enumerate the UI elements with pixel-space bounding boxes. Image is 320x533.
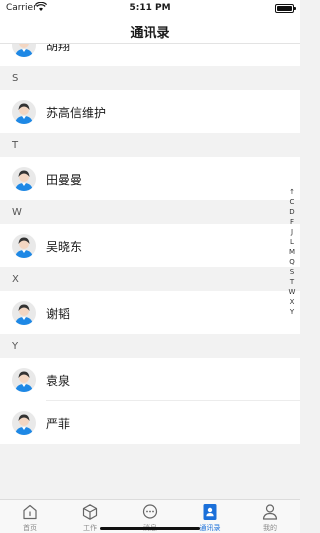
tab-label: 我的 <box>263 524 277 532</box>
contact-name: 苏高信维护 <box>46 106 107 120</box>
section-header: W <box>0 200 300 224</box>
contact-row[interactable]: 袁泉 <box>0 358 300 401</box>
cube-icon <box>82 504 98 520</box>
contacts-icon <box>203 504 217 520</box>
section-header: X <box>0 267 300 291</box>
section-letter: W <box>12 207 22 218</box>
person-icon <box>262 504 278 520</box>
section-letter: T <box>12 140 19 151</box>
contact-name: 田曼曼 <box>46 173 83 187</box>
index-top[interactable]: ↑ <box>286 187 298 197</box>
avatar <box>12 234 36 258</box>
contact-list[interactable]: 胡翔 S 苏高信维护 T 田曼曼 W 吴晓东 X 谢韬 Y 袁泉 严菲 <box>0 44 300 499</box>
contact-row[interactable]: 吴晓东 <box>0 224 300 267</box>
index-letter[interactable]: J <box>286 227 298 237</box>
index-letter[interactable]: Q <box>286 257 298 267</box>
avatar <box>12 100 36 124</box>
battery-icon <box>275 4 296 13</box>
tab-home[interactable]: 首页 <box>0 503 60 533</box>
contact-name: 吴晓东 <box>46 240 83 254</box>
chat-icon <box>142 504 158 519</box>
contact-name: 严菲 <box>46 417 71 431</box>
section-letter: Y <box>12 341 19 352</box>
index-letter[interactable]: M <box>286 247 298 257</box>
section-letter: S <box>12 73 19 84</box>
contact-name: 袁泉 <box>46 374 71 388</box>
tab-label: 首页 <box>23 524 37 532</box>
index-letter[interactable]: S <box>286 267 298 277</box>
home-indicator <box>100 527 200 530</box>
contact-row[interactable]: 苏高信维护 <box>0 90 300 133</box>
contact-row[interactable]: 胡翔 <box>0 44 300 66</box>
index-letter[interactable]: C <box>286 197 298 207</box>
index-letter[interactable]: W <box>286 287 298 297</box>
section-letter: X <box>12 274 19 285</box>
section-header: S <box>0 66 300 90</box>
page-title: 通讯录 <box>130 26 170 41</box>
index-letter[interactable]: X <box>286 297 298 307</box>
index-letter[interactable]: F <box>286 217 298 227</box>
avatar <box>12 44 36 57</box>
avatar <box>12 368 36 392</box>
tab-me[interactable]: 我的 <box>240 503 300 533</box>
contact-name: 胡翔 <box>46 44 71 53</box>
index-letter[interactable]: T <box>286 277 298 287</box>
avatar <box>12 301 36 325</box>
contact-name: 谢韬 <box>46 307 71 321</box>
status-bar: Carrier 5:11 PM <box>0 0 300 16</box>
section-header: Y <box>0 334 300 358</box>
contact-row[interactable]: 田曼曼 <box>0 157 300 200</box>
index-letter[interactable]: D <box>286 207 298 217</box>
avatar <box>12 167 36 191</box>
section-header: T <box>0 133 300 157</box>
index-letter[interactable]: Y <box>286 307 298 317</box>
index-letter[interactable]: L <box>286 237 298 247</box>
clock: 5:11 PM <box>129 3 171 13</box>
home-icon <box>23 504 37 520</box>
alphabet-index[interactable]: ↑ C D F J L M Q S T W X Y <box>286 187 298 317</box>
tab-bar: 首页 工作 消息 通讯录 我的 <box>0 499 300 533</box>
avatar <box>12 411 36 435</box>
navigation-bar: 通讯录 <box>0 16 300 44</box>
contact-row[interactable]: 谢韬 <box>0 291 300 334</box>
contact-row[interactable]: 严菲 <box>0 401 300 444</box>
